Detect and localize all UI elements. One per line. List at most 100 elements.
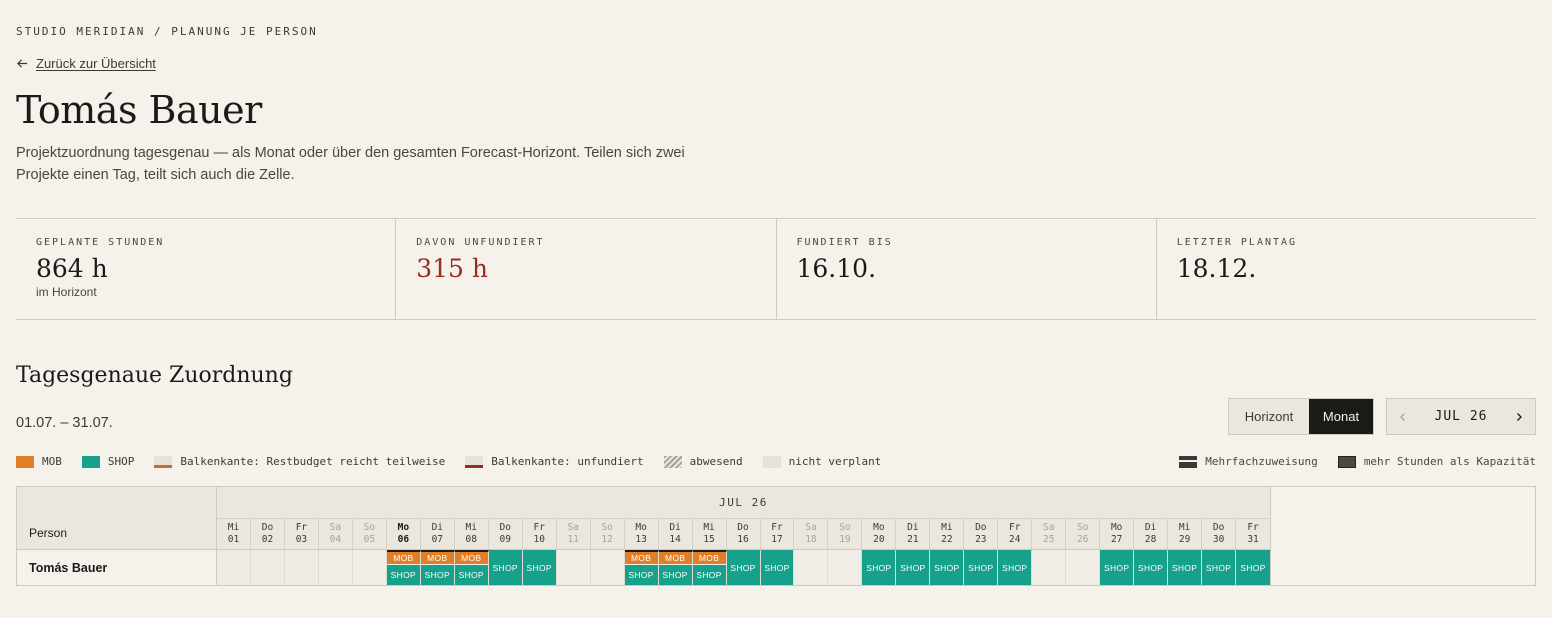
day-header: Di 07 — [421, 519, 455, 549]
day-cell[interactable]: SHOP — [1202, 550, 1237, 585]
kpi-unfunded: DAVON UNFUNDIERT 315 h — [396, 219, 777, 319]
day-cell[interactable] — [284, 550, 319, 585]
legend-item-unfunded: Balkenkante: unfundiert — [465, 455, 644, 468]
assignment-shop: SHOP — [964, 550, 998, 585]
weekday-label: Sa — [329, 522, 342, 533]
assignment-shop: SHOP — [862, 550, 896, 585]
day-header: So 12 — [591, 519, 625, 549]
day-cell[interactable]: MOB SHOP — [420, 550, 455, 585]
assignment-row: MOB SHOP MOB SHOP MOB SHOP SHOP SHOP MOB SHOP MOB S… — [217, 550, 1271, 585]
kpi-strip: GEPLANTE STUNDEN 864 h im Horizont DAVON… — [16, 218, 1536, 320]
month-view-button[interactable]: Monat — [1309, 399, 1373, 434]
assignment-mob: MOB — [386, 552, 420, 565]
legend-label: Balkenkante: Restbudget reicht teilweise — [180, 455, 446, 468]
day-cell[interactable]: SHOP — [862, 550, 897, 585]
swatch — [663, 455, 682, 468]
day-cell[interactable]: SHOP — [998, 550, 1033, 585]
weekday-label: Mi — [941, 522, 953, 533]
day-cell[interactable] — [794, 550, 829, 585]
day-cell[interactable]: MOB SHOP — [454, 550, 489, 585]
kpi-value: 16.10. — [796, 254, 877, 283]
day-header: Fr 03 — [285, 519, 319, 549]
kpi-last-plan-day: LETZTER PLANTAG 18.12. — [1157, 219, 1536, 319]
kpi-funded-until: FUNDIERT BIS 16.10. — [777, 219, 1157, 319]
person-header-label: Person — [29, 526, 68, 540]
day-cell[interactable]: SHOP — [964, 550, 999, 585]
day-cell[interactable]: SHOP — [1100, 550, 1135, 585]
day-cell[interactable]: SHOP — [896, 550, 931, 585]
day-cell[interactable]: MOB SHOP — [624, 550, 659, 585]
page-title: Tomás Bauer — [16, 88, 262, 132]
day-cell[interactable]: SHOP — [760, 550, 795, 585]
day-cell[interactable] — [556, 550, 591, 585]
day-cell[interactable] — [217, 550, 251, 585]
day-header: Sa 18 — [794, 519, 829, 549]
weekday-label: So — [1076, 522, 1089, 533]
weekday-label: Di — [1144, 522, 1157, 533]
legend-secondary: Mehrfachzuweisung mehr Stunden als Kapaz… — [1159, 455, 1536, 468]
day-number: 20 — [873, 534, 885, 545]
swatch — [16, 455, 34, 468]
assignment-shop: SHOP — [930, 550, 964, 585]
day-number: 29 — [1178, 534, 1191, 545]
day-number: 26 — [1076, 534, 1089, 545]
day-cell[interactable]: SHOP — [1168, 550, 1203, 585]
day-cell[interactable]: SHOP — [930, 550, 965, 585]
weekday-label: So — [601, 522, 613, 533]
day-cell[interactable]: SHOP — [1236, 550, 1271, 585]
assignment-shop: SHOP — [998, 550, 1032, 585]
day-header: So 26 — [1066, 519, 1101, 549]
assignment-shop: SHOP — [522, 550, 556, 585]
day-cell[interactable]: MOB SHOP — [658, 550, 693, 585]
day-number: 15 — [703, 534, 715, 545]
day-cell[interactable] — [250, 550, 285, 585]
legend-label: MOB — [42, 455, 62, 468]
day-cell[interactable] — [318, 550, 353, 585]
month-header: JUL 26 — [217, 487, 1271, 519]
day-cell[interactable]: SHOP — [488, 550, 523, 585]
day-number: 14 — [669, 534, 681, 545]
chevron-left-icon[interactable] — [1397, 411, 1409, 423]
day-number: 11 — [567, 534, 579, 545]
assignment-shop: SHOP — [1168, 550, 1202, 585]
day-number: 10 — [533, 534, 545, 545]
day-number: 09 — [499, 534, 511, 545]
legend-item-shop: SHOP — [81, 455, 134, 468]
day-cell[interactable]: MOB SHOP — [386, 550, 421, 585]
weekday-label: Mi — [465, 522, 477, 533]
assignment-shop: SHOP — [386, 565, 420, 585]
day-cell[interactable]: MOB SHOP — [692, 550, 727, 585]
day-header: Mi 29 — [1168, 519, 1203, 549]
day-number: 25 — [1043, 534, 1055, 545]
date-range: 01.07. – 31.07. — [16, 415, 113, 431]
assignment-mob: MOB — [420, 552, 454, 565]
weekday-label: Mi — [1178, 522, 1191, 533]
day-cell[interactable] — [1066, 550, 1101, 585]
day-cell[interactable] — [590, 550, 625, 585]
legend-item-free: nicht verplant — [762, 455, 881, 468]
day-number: 23 — [975, 534, 987, 545]
assignment-shop: SHOP — [1202, 550, 1236, 585]
kpi-label: LETZTER PLANTAG — [1176, 237, 1298, 248]
chevron-right-icon[interactable] — [1513, 411, 1525, 423]
back-link[interactable]: Zurück zur Übersicht — [16, 56, 156, 71]
day-cell[interactable]: SHOP — [726, 550, 761, 585]
weekday-label: So — [839, 522, 851, 533]
day-cell[interactable]: SHOP — [1134, 550, 1169, 585]
page-description: Projektzuordnung tagesgenau — als Monat … — [16, 145, 685, 183]
kpi-value: 315 h — [416, 254, 489, 283]
person-name[interactable]: Tomás Bauer — [17, 550, 217, 585]
kpi-label: DAVON UNFUNDIERT — [416, 237, 545, 248]
assignment-shop: SHOP — [454, 565, 488, 585]
assignment-shop: SHOP — [896, 550, 930, 585]
horizon-view-button[interactable]: Horizont — [1229, 399, 1309, 434]
assignment-shop: SHOP — [1100, 550, 1134, 585]
arrow-left-icon — [17, 59, 28, 68]
day-cell[interactable] — [352, 550, 387, 585]
day-cell[interactable]: SHOP — [522, 550, 557, 585]
day-cell[interactable] — [828, 550, 863, 585]
day-header: Sa 04 — [319, 519, 353, 549]
day-header: Do 16 — [727, 519, 761, 549]
day-cell[interactable] — [1032, 550, 1067, 585]
day-number: 12 — [601, 534, 613, 545]
